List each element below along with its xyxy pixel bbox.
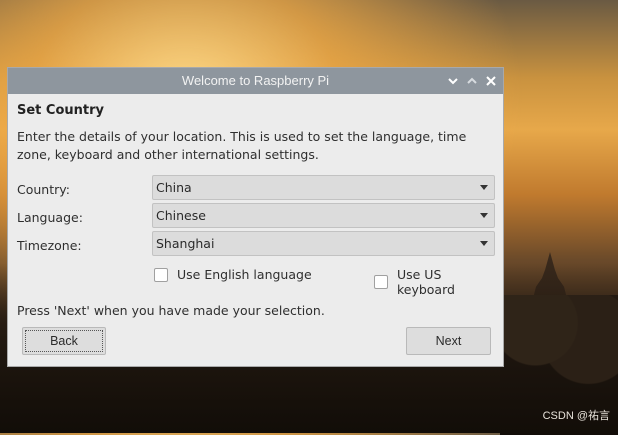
dialog-heading: Set Country: [17, 103, 105, 118]
watermark: CSDN @祐言: [542, 410, 610, 422]
close-icon[interactable]: [484, 74, 498, 88]
country-select[interactable]: China: [152, 175, 495, 200]
back-button[interactable]: Back: [22, 327, 106, 355]
use-us-keyboard-checkbox[interactable]: [374, 275, 388, 289]
country-label: Country:: [17, 182, 70, 197]
use-english-checkbox-row[interactable]: Use English language: [154, 267, 312, 282]
language-select[interactable]: Chinese: [152, 203, 495, 228]
dropdown-arrow-icon: [480, 241, 488, 246]
dropdown-arrow-icon: [480, 185, 488, 190]
window-title: Welcome to Raspberry Pi: [181, 73, 330, 88]
dropdown-arrow-icon: [480, 213, 488, 218]
focus-ring: [25, 330, 103, 352]
next-button-label: Next: [435, 334, 462, 348]
window-titlebar[interactable]: Welcome to Raspberry Pi: [8, 68, 503, 94]
timezone-label: Timezone:: [17, 238, 82, 253]
language-label: Language:: [17, 210, 83, 225]
timezone-value: Shanghai: [156, 236, 215, 251]
country-value: China: [156, 180, 192, 195]
language-value: Chinese: [156, 208, 206, 223]
chevron-up-icon[interactable]: [465, 74, 479, 88]
next-hint: Press 'Next' when you have made your sel…: [17, 303, 325, 318]
use-us-keyboard-checkbox-row[interactable]: Use US keyboard: [374, 267, 503, 297]
use-us-keyboard-label: Use US keyboard: [396, 267, 455, 297]
use-english-label: Use English language: [177, 267, 312, 282]
timezone-select[interactable]: Shanghai: [152, 231, 495, 256]
use-english-checkbox[interactable]: [154, 267, 168, 282]
welcome-dialog: Welcome to Raspberry Pi Set Country Ente…: [7, 67, 504, 367]
next-button[interactable]: Next: [406, 327, 491, 355]
dialog-description: Enter the details of your location. This…: [17, 129, 467, 162]
chevron-down-icon[interactable]: [446, 74, 460, 88]
